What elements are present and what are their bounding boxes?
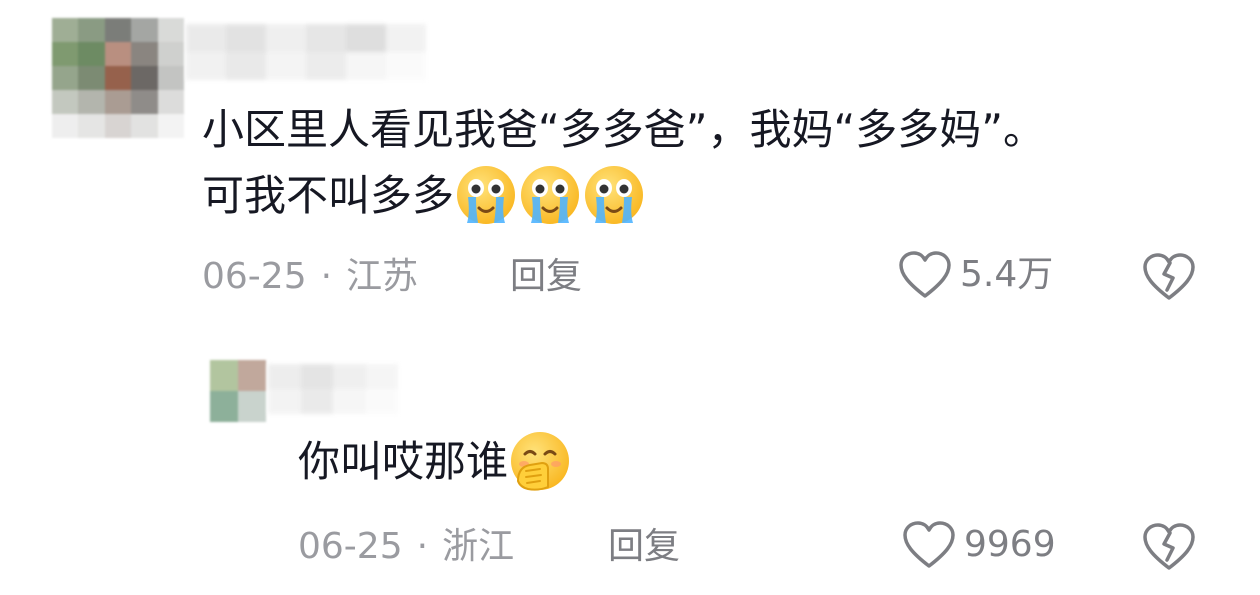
comment-date: 06-25 bbox=[202, 256, 307, 297]
broken-heart-icon bbox=[1143, 523, 1195, 570]
like-count: 9969 bbox=[964, 524, 1056, 565]
username[interactable] bbox=[268, 364, 398, 414]
crying-face-icon bbox=[457, 165, 516, 224]
meta-separator: · bbox=[320, 256, 333, 297]
crying-face-icon bbox=[521, 165, 580, 224]
avatar[interactable] bbox=[52, 18, 184, 138]
comment-text-line-1: 小区里人看见我爸“多多爸”，我妈“多多妈”。 bbox=[202, 105, 1046, 154]
reply-text-line: 你叫哎那谁 bbox=[298, 431, 572, 497]
reply-date: 06-25 bbox=[298, 526, 403, 567]
reply-meta: 06-25 · 浙江 bbox=[298, 522, 514, 572]
comment-meta: 06-25 · 江苏 bbox=[202, 252, 418, 302]
crying-face-emoji-group bbox=[454, 165, 646, 224]
username[interactable] bbox=[186, 24, 426, 80]
avatar[interactable] bbox=[210, 360, 266, 422]
heart-outline-icon bbox=[903, 521, 955, 568]
reply-text: 你叫哎那谁 bbox=[298, 437, 509, 486]
broken-heart-icon bbox=[1143, 253, 1195, 300]
comment-location: 江苏 bbox=[346, 256, 419, 297]
reply-item: 你叫哎那谁 06-25 · 浙江 回复 9969 bbox=[0, 320, 1260, 595]
crying-face-icon bbox=[585, 165, 644, 224]
dislike-button[interactable] bbox=[1142, 252, 1196, 306]
like-count: 5.4万 bbox=[960, 254, 1054, 295]
comment-item: 小区里人看见我爸“多多爸”，我妈“多多妈”。 可我不叫多多 06-25 · 江苏 回… bbox=[0, 0, 1260, 320]
reply-location: 浙江 bbox=[442, 526, 515, 567]
hand-over-mouth-face-icon bbox=[511, 431, 570, 491]
comment-text-line-2: 可我不叫多多 bbox=[202, 165, 646, 231]
like-button[interactable]: 9969 bbox=[902, 520, 1056, 570]
reply-button[interactable]: 回复 bbox=[608, 522, 680, 572]
heart-outline-icon bbox=[899, 251, 951, 298]
dislike-button[interactable] bbox=[1142, 522, 1196, 576]
meta-separator: · bbox=[416, 526, 429, 567]
comment-text: 可我不叫多多 bbox=[202, 171, 455, 220]
reply-button[interactable]: 回复 bbox=[510, 252, 582, 302]
like-button[interactable]: 5.4万 bbox=[898, 250, 1053, 300]
